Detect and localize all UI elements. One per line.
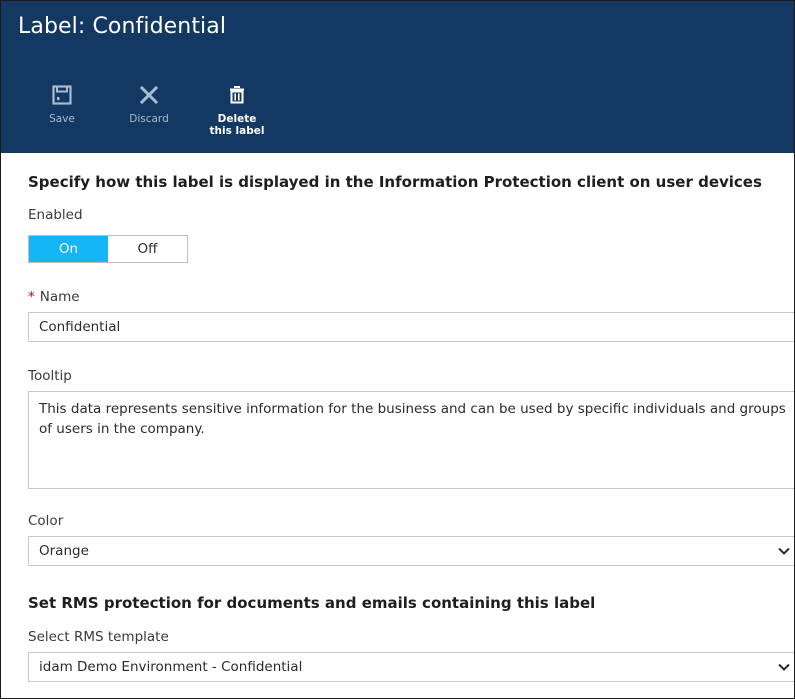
chevron-down-icon <box>778 547 790 555</box>
rms-template-select[interactable]: idam Demo Environment - Confidential <box>28 652 794 682</box>
name-label-text: Name <box>39 289 80 305</box>
save-icon <box>52 85 72 105</box>
name-field-label: * Name <box>28 289 80 305</box>
blade-header: Label: Confidential Save Discard Delete … <box>1 1 794 153</box>
toggle-off-option[interactable]: Off <box>108 236 187 262</box>
toggle-on-option[interactable]: On <box>29 236 108 262</box>
delete-label: Delete this label <box>209 113 265 137</box>
save-button[interactable]: Save <box>32 83 92 125</box>
rms-section-heading: Set RMS protection for documents and ema… <box>28 594 596 612</box>
enabled-label: Enabled <box>28 207 83 223</box>
display-section-heading: Specify how this label is displayed in t… <box>28 173 762 191</box>
color-select[interactable]: Orange <box>28 536 794 566</box>
discard-label: Discard <box>129 113 169 125</box>
label-blade: Label: Confidential Save Discard Delete … <box>0 0 795 699</box>
discard-icon <box>139 85 159 105</box>
rms-template-value: idam Demo Environment - Confidential <box>39 659 303 675</box>
color-label: Color <box>28 513 64 529</box>
tooltip-label: Tooltip <box>28 368 72 384</box>
enabled-toggle[interactable]: On Off <box>28 235 188 263</box>
required-marker: * <box>28 289 35 305</box>
color-select-value: Orange <box>39 543 89 559</box>
rms-template-label: Select RMS template <box>28 629 169 645</box>
name-input[interactable]: Confidential <box>28 312 794 342</box>
chevron-down-icon <box>778 663 790 671</box>
delete-label-button[interactable]: Delete this label <box>206 83 268 137</box>
tooltip-textarea[interactable]: This data represents sensitive informati… <box>28 391 794 489</box>
discard-button[interactable]: Discard <box>119 83 179 125</box>
delete-icon <box>230 86 244 104</box>
page-title: Label: Confidential <box>18 14 227 39</box>
save-label: Save <box>49 113 75 125</box>
